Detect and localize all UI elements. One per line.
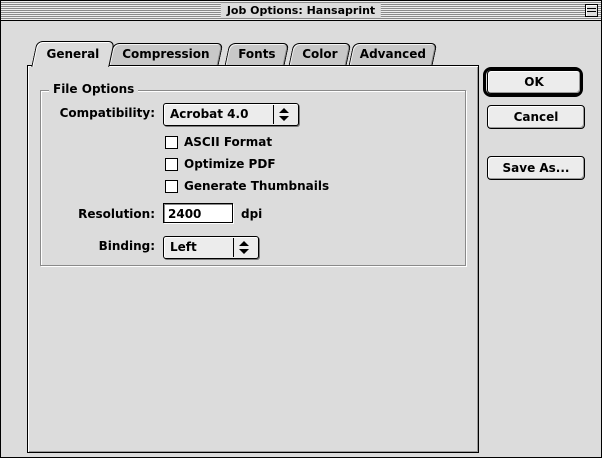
compatibility-popup[interactable]: Acrobat 4.0 xyxy=(163,103,299,126)
tab-advanced[interactable]: Advanced xyxy=(348,43,438,65)
job-options-window: Job Options: Hansaprint General Compress… xyxy=(0,0,602,458)
title-bar[interactable]: Job Options: Hansaprint xyxy=(1,1,601,21)
generate-thumbnails-label: Generate Thumbnails xyxy=(184,179,330,193)
tab-compression-label: Compression xyxy=(122,47,210,61)
binding-label: Binding: xyxy=(98,239,155,253)
checkbox-box xyxy=(165,158,178,171)
tab-advanced-label: Advanced xyxy=(359,47,426,61)
up-down-arrows-icon xyxy=(233,238,254,257)
tab-color-label: Color xyxy=(302,47,338,61)
generate-thumbnails-checkbox[interactable]: Generate Thumbnails xyxy=(165,178,345,194)
tab-general-label: General xyxy=(46,47,100,61)
optimize-pdf-checkbox[interactable]: Optimize PDF xyxy=(165,156,305,172)
tab-general[interactable]: General xyxy=(31,41,115,67)
resolution-unit: dpi xyxy=(241,207,263,221)
checkbox-box xyxy=(165,136,178,149)
tab-fonts-label: Fonts xyxy=(238,47,276,61)
checkbox-box xyxy=(165,180,178,193)
binding-value: Left xyxy=(170,240,197,254)
ok-button[interactable]: OK xyxy=(487,70,581,94)
tab-compression[interactable]: Compression xyxy=(108,43,224,65)
compatibility-value: Acrobat 4.0 xyxy=(170,107,249,121)
cancel-button[interactable]: Cancel xyxy=(487,105,585,129)
up-down-arrows-icon xyxy=(273,105,294,124)
binding-popup[interactable]: Left xyxy=(163,236,259,259)
file-options-title: File Options xyxy=(49,82,139,96)
resolution-input[interactable]: 2400 xyxy=(163,203,233,223)
optimize-pdf-label: Optimize PDF xyxy=(184,157,276,171)
collapse-box-icon[interactable] xyxy=(585,4,598,17)
tab-fonts[interactable]: Fonts xyxy=(224,43,290,65)
save-as-button[interactable]: Save As... xyxy=(487,156,585,180)
tab-color[interactable]: Color xyxy=(288,43,352,65)
compatibility-label: Compatibility: xyxy=(59,106,155,120)
ascii-format-checkbox[interactable]: ASCII Format xyxy=(165,134,305,150)
resolution-label: Resolution: xyxy=(78,207,155,221)
ascii-format-label: ASCII Format xyxy=(184,135,273,149)
window-title: Job Options: Hansaprint xyxy=(220,3,382,18)
